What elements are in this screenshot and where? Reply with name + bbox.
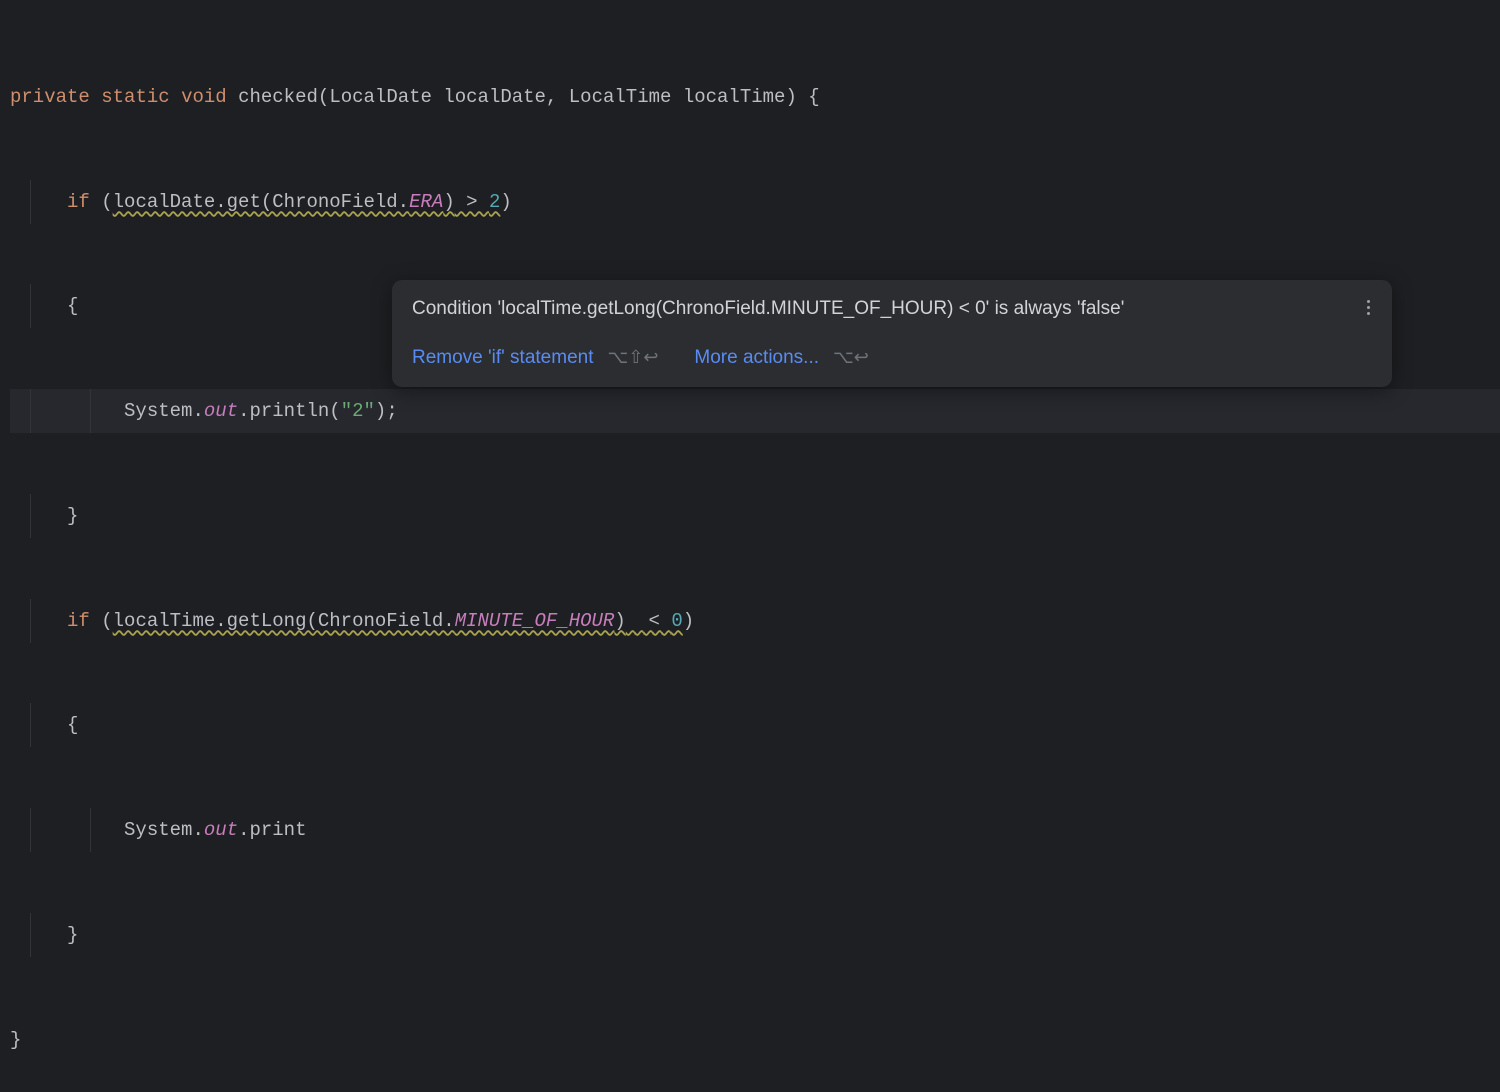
keyword: if <box>67 610 90 632</box>
punct: ) <box>683 610 694 632</box>
punct: ) <box>500 191 511 213</box>
code-line[interactable]: if (localTime.getLong(ChronoField.MINUTE… <box>10 599 1500 643</box>
param: localTime <box>683 86 786 108</box>
ident: System. <box>124 400 204 422</box>
type: LocalDate <box>329 86 432 108</box>
punct: ( <box>318 86 329 108</box>
code-line[interactable]: if (localDate.get(ChronoField.ERA) > 2) <box>10 180 1500 224</box>
ident: .println( <box>238 400 341 422</box>
punct: ( <box>101 610 112 632</box>
static-field: out <box>204 400 238 422</box>
brace: { <box>67 295 78 317</box>
code-line[interactable]: System.out.print <box>10 808 1500 852</box>
param: localDate <box>443 86 546 108</box>
brace: } <box>67 505 78 527</box>
keyword: static <box>101 86 169 108</box>
code-line[interactable]: private static void checked(LocalDate lo… <box>10 75 1500 119</box>
code-line[interactable]: { <box>10 703 1500 747</box>
brace: } <box>67 924 78 946</box>
brace: { <box>808 86 819 108</box>
ident: .print <box>238 819 306 841</box>
shortcut-hint: ⌥⇧↩ <box>608 345 659 370</box>
ident: System. <box>124 819 204 841</box>
brace: { <box>67 714 78 736</box>
number: 2 <box>489 191 500 213</box>
warned-expression[interactable]: localTime.getLong(ChronoField.MINUTE_OF_… <box>113 610 683 632</box>
keyword: if <box>67 191 90 213</box>
static-field: ERA <box>409 191 443 213</box>
keyword: private <box>10 86 90 108</box>
number: 0 <box>671 610 682 632</box>
more-options-icon[interactable] <box>1363 296 1374 319</box>
punct: ) <box>785 86 808 108</box>
code-line[interactable]: } <box>10 1018 1500 1062</box>
warned-expression[interactable]: localDate.get(ChronoField.ERA) > 2 <box>113 191 501 213</box>
tooltip-actions: Remove 'if' statement ⌥⇧↩ More actions..… <box>412 345 1372 372</box>
inspection-tooltip: Condition 'localTime.getLong(ChronoField… <box>392 280 1392 387</box>
remove-if-action[interactable]: Remove 'if' statement <box>412 345 594 372</box>
punct: ); <box>375 400 398 422</box>
static-field: out <box>204 819 238 841</box>
method-name: checked <box>238 86 318 108</box>
code-line[interactable]: } <box>10 913 1500 957</box>
brace: } <box>10 1029 21 1051</box>
static-field: MINUTE_OF_HOUR <box>455 610 615 632</box>
more-actions-link[interactable]: More actions... <box>694 345 819 372</box>
shortcut-hint: ⌥↩ <box>833 345 869 370</box>
code-line[interactable]: } <box>10 494 1500 538</box>
keyword: void <box>181 86 227 108</box>
code-editor[interactable]: private static void checked(LocalDate lo… <box>0 0 1500 1092</box>
tooltip-message: Condition 'localTime.getLong(ChronoField… <box>412 296 1372 323</box>
type: LocalTime <box>569 86 672 108</box>
punct: ( <box>101 191 112 213</box>
code-line[interactable]: System.out.println("2"); <box>10 389 1500 433</box>
string: "2" <box>341 400 375 422</box>
punct: , <box>546 86 569 108</box>
